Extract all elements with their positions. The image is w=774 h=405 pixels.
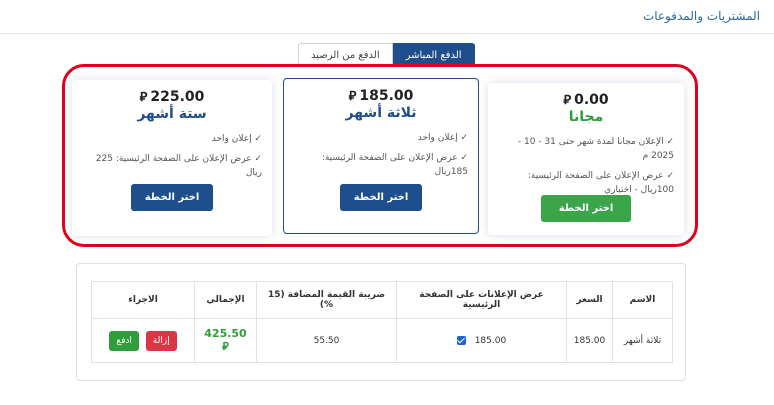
homepage-value: 185.00 bbox=[474, 335, 507, 346]
homepage-checkbox[interactable] bbox=[456, 335, 466, 345]
table-row: ثلاثة أشهر 185.00 185.00 55.50 425.50 ⃁ … bbox=[91, 318, 673, 363]
column-header-action: الاجراء bbox=[91, 281, 195, 319]
feature-item: ✓ إعلان واحد bbox=[211, 134, 262, 144]
plan-price: ⃁ 0.00 bbox=[563, 92, 609, 108]
feature-item: ✓ عرض الإعلان على الصفحة الرئيسية: 100ري… bbox=[527, 171, 674, 195]
plan-name: ستة أشهر bbox=[137, 106, 207, 122]
pay-button[interactable]: ادفع bbox=[109, 330, 139, 351]
plan-card-free: ⃁ 0.00 مجانا ✓ الإعلان مجانا لمدة شهر حتى… bbox=[488, 83, 684, 235]
plan-name: مجانا bbox=[568, 109, 604, 125]
cart-table: الاسم السعر عرض الإعلانات على الصفحة الر… bbox=[91, 281, 673, 363]
column-header-name: الاسم bbox=[612, 281, 673, 319]
total-value: 425.50 bbox=[204, 327, 247, 340]
choose-plan-button[interactable]: اختر الخطة bbox=[130, 184, 214, 211]
column-header-vat: ضريبة القيمة المضافة (15 %) bbox=[256, 281, 397, 319]
feature-item: ✓ عرض الإعلان على الصفحة الرئيسية: 185ري… bbox=[321, 153, 468, 177]
feature-item: ✓ إعلان واحد bbox=[417, 133, 468, 143]
page-title: المشتريات والمدفوعات bbox=[642, 9, 760, 23]
choose-plan-button[interactable]: اختر الخطة bbox=[540, 195, 632, 222]
cell-name: ثلاثة أشهر bbox=[612, 318, 673, 363]
riyal-icon: ⃁ bbox=[348, 89, 357, 104]
column-header-homepage: عرض الإعلانات على الصفحة الرئيسية bbox=[396, 281, 567, 319]
page-header: المشتريات والمدفوعات bbox=[0, 0, 774, 34]
remove-button[interactable]: إزالة bbox=[145, 330, 177, 351]
plan-name: ثلاثة أشهر bbox=[345, 105, 417, 121]
choose-plan-button[interactable]: اختر الخطة bbox=[339, 184, 423, 211]
feature-item: ✓ عرض الإعلان على الصفحة الرئيسية: 225 ر… bbox=[95, 154, 262, 178]
cell-price: 185.00 bbox=[566, 318, 613, 363]
plan-features: ✓ إعلان واحد ✓ عرض الإعلان على الصفحة ال… bbox=[72, 132, 272, 180]
cell-action: إزالة ادفع bbox=[91, 318, 195, 363]
cart-card: الاسم السعر عرض الإعلانات على الصفحة الر… bbox=[76, 263, 686, 381]
cell-homepage: 185.00 bbox=[396, 318, 567, 363]
column-header-price: السعر bbox=[566, 281, 613, 319]
plan-features: ✓ الإعلان مجانا لمدة شهر حتى 31 - 10 - 2… bbox=[488, 135, 684, 197]
plan-features: ✓ إعلان واحد ✓ عرض الإعلان على الصفحة ال… bbox=[284, 131, 478, 179]
plan-card-three-months: ⃁ 185.00 ثلاثة أشهر ✓ إعلان واحد ✓ عرض ال… bbox=[283, 78, 479, 234]
riyal-icon: ⃁ bbox=[222, 340, 229, 353]
column-header-total: الإجمالي bbox=[194, 281, 257, 319]
riyal-icon: ⃁ bbox=[563, 93, 572, 108]
plan-price: ⃁ 185.00 bbox=[348, 88, 414, 104]
feature-item: ✓ الإعلان مجانا لمدة شهر حتى 31 - 10 - 2… bbox=[517, 137, 674, 161]
plan-price: ⃁ 225.00 bbox=[139, 89, 205, 105]
table-header-row: الاسم السعر عرض الإعلانات على الصفحة الر… bbox=[91, 281, 673, 319]
plan-card-six-months: ⃁ 225.00 ستة أشهر ✓ إعلان واحد ✓ عرض الإع… bbox=[72, 80, 272, 236]
riyal-icon: ⃁ bbox=[139, 90, 148, 105]
cell-vat: 55.50 bbox=[256, 318, 397, 363]
cell-total: 425.50 ⃁ bbox=[194, 318, 257, 363]
